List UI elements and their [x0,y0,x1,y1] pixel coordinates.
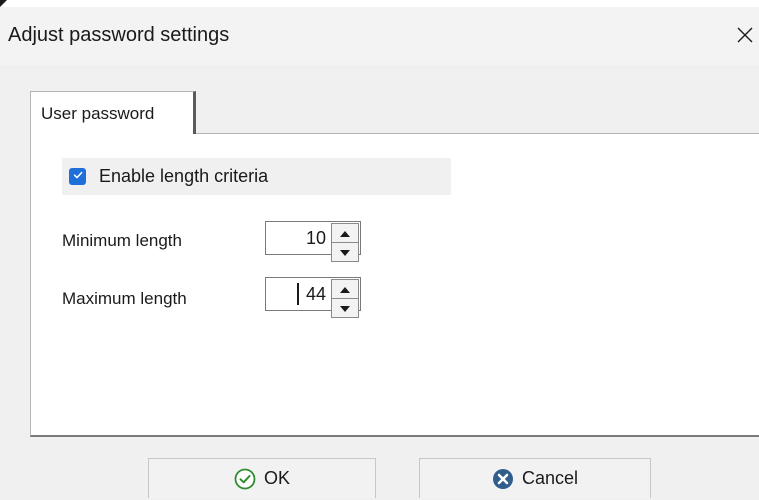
arrow-down-icon [340,243,350,261]
enable-length-criteria-checkbox[interactable]: Enable length criteria [62,158,451,195]
arrow-up-icon [340,280,350,298]
cancel-label: Cancel [521,468,579,488]
minimum-length-label: Minimum length [62,231,182,250]
ok-label: OK [263,468,290,488]
tab-user-password[interactable]: User password [30,91,196,134]
maximum-length-input[interactable]: 44 [276,284,326,305]
maximum-length-decrement-button[interactable] [331,299,359,318]
arrow-up-icon [340,224,350,242]
minimum-length-increment-button[interactable] [331,223,359,243]
minimum-length-decrement-button[interactable] [331,243,359,262]
minimum-length-input[interactable]: 10 [276,228,326,249]
minimum-length-spin-buttons [331,223,359,262]
maximum-length-spin-buttons [331,279,359,318]
title-bar: Adjust password settings [0,7,759,65]
minimum-length-spinbox[interactable]: 10 [265,221,361,262]
enable-length-criteria-label: Enable length criteria [99,166,269,186]
maximum-length-increment-button[interactable] [331,279,359,299]
dialog-title: Adjust password settings [8,24,230,46]
dialog-content: User password Enable length criteria Min… [0,65,759,500]
checkbox-box[interactable] [69,168,86,185]
ok-button[interactable]: OK [148,458,376,498]
cancel-circle-icon [492,468,514,490]
cancel-button[interactable]: Cancel [419,458,651,498]
check-circle-icon [234,468,256,490]
tab-panel: Enable length criteria Minimum length 10… [30,133,759,437]
check-icon [72,168,84,186]
close-icon [736,26,754,49]
maximum-length-label: Maximum length [62,289,187,308]
maximum-length-spinbox[interactable]: 44 [265,277,361,318]
window-corner [0,0,7,7]
tab-label: User password [41,104,155,123]
close-button[interactable] [730,17,759,57]
arrow-down-icon [340,299,350,317]
